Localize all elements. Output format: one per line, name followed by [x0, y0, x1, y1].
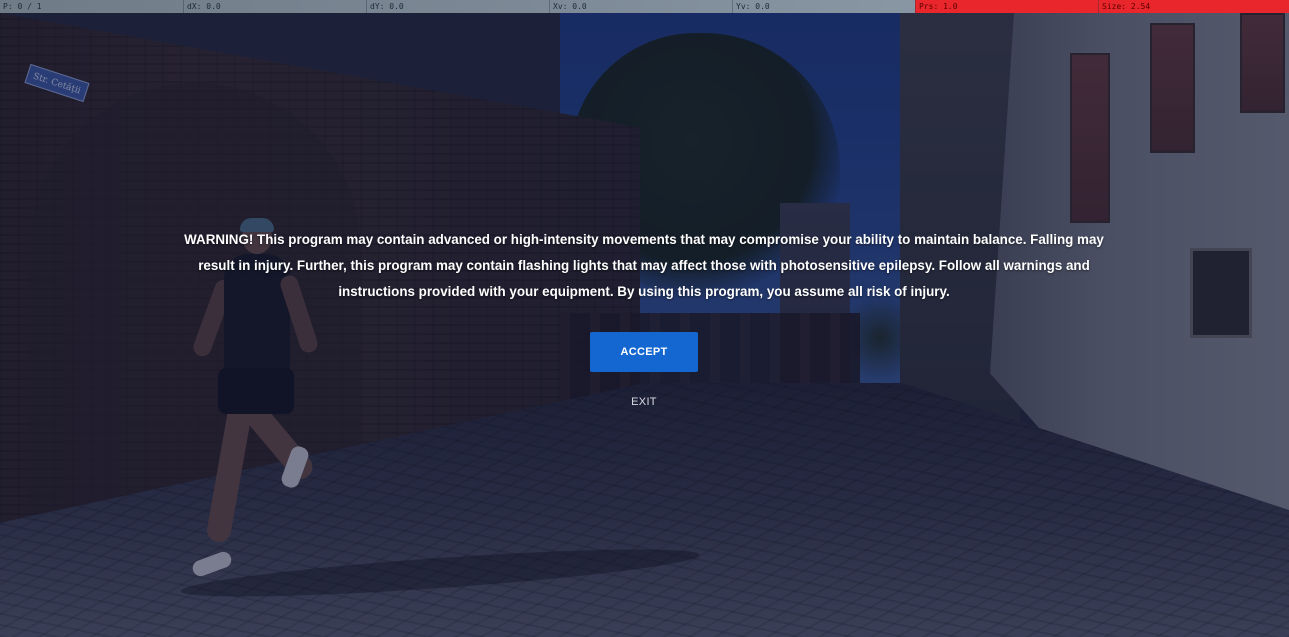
pointer-debug-bar: P: 0 / 1 dX: 0.0 dY: 0.0 Xv: 0.0 Yv: 0.0… [0, 0, 1289, 13]
warning-screen: P: 0 / 1 dX: 0.0 dY: 0.0 Xv: 0.0 Yv: 0.0… [0, 0, 1289, 637]
debug-dx: dX: 0.0 [183, 0, 366, 13]
debug-pressure: Prs: 1.0 [915, 0, 1098, 13]
debug-xv: Xv: 0.0 [549, 0, 732, 13]
debug-size: Size: 2.54 [1098, 0, 1289, 13]
warning-message: WARNING! This program may contain advanc… [184, 232, 1104, 299]
exit-button[interactable]: EXIT [604, 393, 684, 411]
accept-button[interactable]: ACCEPT [590, 332, 698, 372]
warning-dialog: WARNING! This program may contain advanc… [0, 0, 1289, 637]
debug-pointer-count: P: 0 / 1 [3, 2, 42, 11]
debug-yv: Yv: 0.0 [732, 0, 915, 13]
debug-dy: dY: 0.0 [366, 0, 549, 13]
